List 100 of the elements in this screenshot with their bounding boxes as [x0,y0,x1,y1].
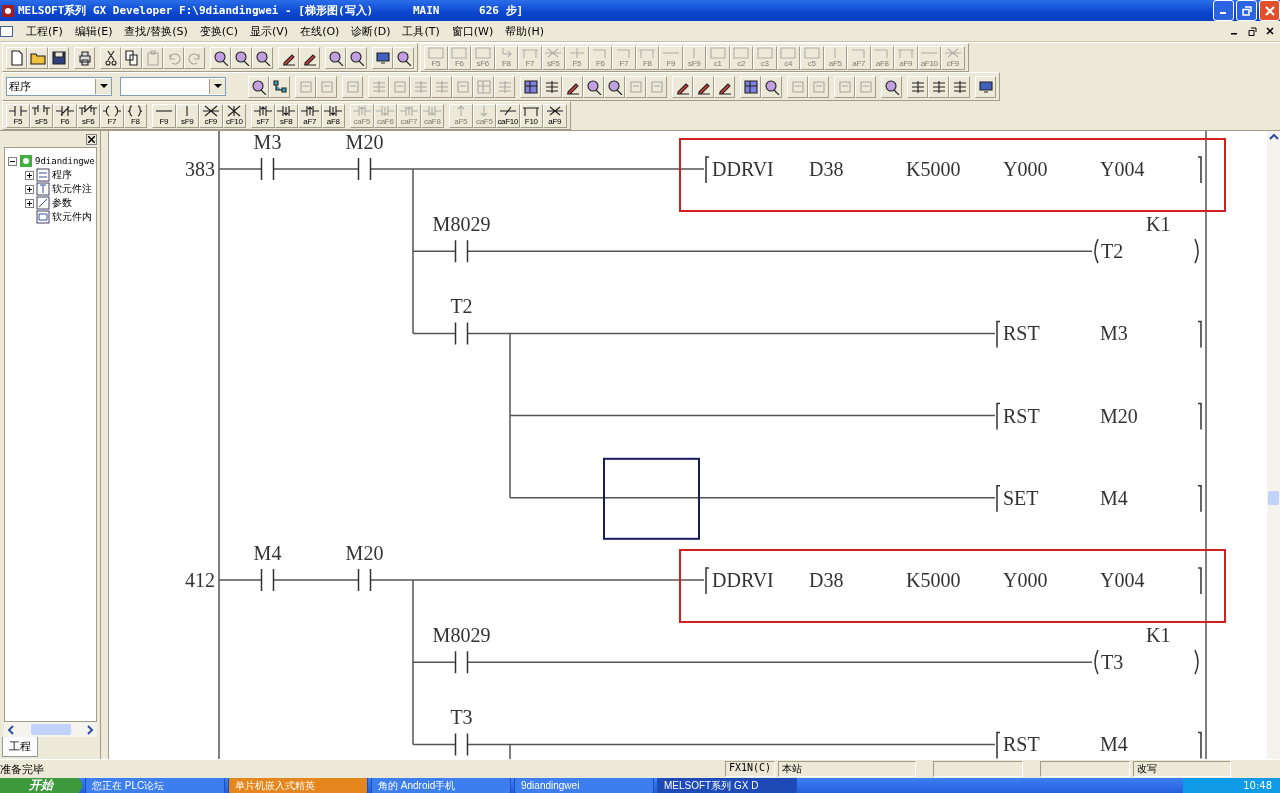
contact-symbol[interactable] [260,157,275,181]
ladder-symbol-button[interactable]: aF8 [321,103,345,128]
ladder-symbol-button[interactable]: sF8 [274,103,298,128]
ladder-symbol-button[interactable]: F8 [123,103,147,128]
start-button[interactable]: 开始 [0,778,82,793]
ladder-symbol-button[interactable]: sF5 [29,103,53,128]
menu-item[interactable]: 编辑(E) [68,23,119,39]
ladder-symbol-icon [896,47,915,59]
menu-item[interactable]: 工具(T) [396,23,446,39]
status-message: 准备完毕 [0,761,45,777]
menu-item[interactable]: 帮助(H) [499,23,551,39]
device-label: M3 [253,131,282,153]
coil-bracket [1094,649,1099,675]
close-icon [1266,27,1274,35]
ladder-symbol-button[interactable]: aF7 [298,103,322,128]
right-bracket [1197,485,1202,513]
scrollbar-thumb[interactable] [30,724,71,735]
menu-item[interactable]: 工程(F) [20,23,69,39]
tree-item[interactable]: 参数 [52,196,72,210]
menu-item[interactable]: 查找/替换(S) [118,23,194,39]
taskbar-button[interactable]: MELSOFT系列 GX D [657,778,797,793]
expand-icon[interactable] [25,184,34,194]
app-icon [1,3,15,18]
operand: Y004 [1100,158,1145,180]
instruction-name: RST [1003,733,1040,756]
step-number: 383 [185,158,215,180]
horizontal-scrollbar[interactable] [4,722,97,737]
tree-item[interactable]: 9diandingwe [35,156,95,166]
contact-symbol[interactable] [454,732,469,757]
expand-icon[interactable] [25,198,34,208]
taskbar-button[interactable]: 9diandingwei [514,778,654,793]
menu-item[interactable]: 变换(C) [193,23,244,39]
device-label: M8029 [432,624,491,647]
ladder-symbol-icon [802,47,821,59]
collapse-icon[interactable] [8,156,17,166]
contact-symbol[interactable] [454,650,469,674]
contact-symbol[interactable] [260,568,275,592]
dropdown-arrow-icon [99,84,108,89]
contact-symbol[interactable] [454,321,469,346]
ladder-symbol-button[interactable]: sF7 [251,103,275,128]
ladder-symbol-icon [755,47,774,59]
taskbar-button[interactable]: 角的 Android手机 [371,778,511,793]
tree-item[interactable]: 软元件内 [52,210,92,224]
ladder-symbol-button[interactable]: F7 [100,103,124,128]
operand: M4 [1100,733,1128,756]
ladder-symbol-button[interactable]: cF10 [222,103,246,128]
contact-symbol[interactable] [454,239,469,263]
ladder-symbol-button[interactable]: cF9 [199,103,223,128]
ladder-symbol-button[interactable]: sF6 [76,103,100,128]
ladder-symbol-icon [473,47,492,59]
ladder-symbol-icon [324,105,343,117]
contact-symbol[interactable] [357,157,372,181]
scrollbar-thumb[interactable] [1268,491,1279,505]
minimize-button[interactable] [1213,0,1234,21]
ladder-symbol-button[interactable]: F5 [6,103,30,128]
ladder-symbol-button[interactable]: F9 [152,103,176,128]
project-tab[interactable]: 工程 [2,737,38,757]
ladder-symbol-button[interactable]: aF9 [543,103,567,128]
taskbar-button[interactable]: 您正在 PLC论坛 [85,778,225,793]
tree-item[interactable]: 软元件注 [52,182,92,196]
contact-symbol[interactable] [357,568,372,592]
ladder-symbol-icon [520,47,539,59]
ladder-symbol-icon [522,105,541,117]
operand: Y000 [1003,569,1048,591]
ladder-symbol-icon [300,105,319,117]
ladder-symbol-button[interactable]: caF10 [496,103,520,128]
instruction-name: DDRVI [712,158,774,180]
ladder-symbol-icon [8,105,27,117]
device-label: M20 [345,131,384,153]
operand: M4 [1100,486,1128,509]
menu-item[interactable]: 显示(V) [244,23,295,39]
ladder-symbol-icon [376,105,395,117]
instruction-name: RST [1003,404,1040,427]
left-bracket [996,485,1001,513]
program-dropdown[interactable]: 程序 [6,77,112,96]
menu-item[interactable]: 窗口(W) [445,23,500,39]
timer-setting: K1 [1146,624,1171,647]
ladder-symbol-icon [849,47,868,59]
ladder-symbol-icon [32,105,51,117]
ladder-symbol-icon [614,47,633,59]
device-label: M20 [345,542,384,564]
ladder-symbol-button[interactable]: F10 [519,103,543,128]
ladder-symbol-icon [352,105,371,117]
coil-device: T2 [1101,240,1124,263]
vertical-scrollbar[interactable] [1267,131,1280,759]
ladder-symbol-icon [943,47,962,59]
menu-item[interactable]: 在线(O) [294,23,346,39]
menu-item[interactable]: 诊断(D) [345,23,397,39]
block-dropdown[interactable] [120,77,226,96]
ladder-symbol-button[interactable]: F6 [53,103,77,128]
close-button[interactable] [86,133,97,145]
expand-icon[interactable] [25,170,34,180]
project-icon [19,154,33,168]
right-bracket [1197,731,1202,759]
ladder-symbol-icon [423,105,442,117]
left-bracket [996,731,1001,759]
ladder-symbol-button[interactable]: sF9 [175,103,199,128]
device-label: T3 [450,706,473,729]
coil-bracket [1194,238,1199,264]
tree-item[interactable]: 程序 [52,168,72,182]
